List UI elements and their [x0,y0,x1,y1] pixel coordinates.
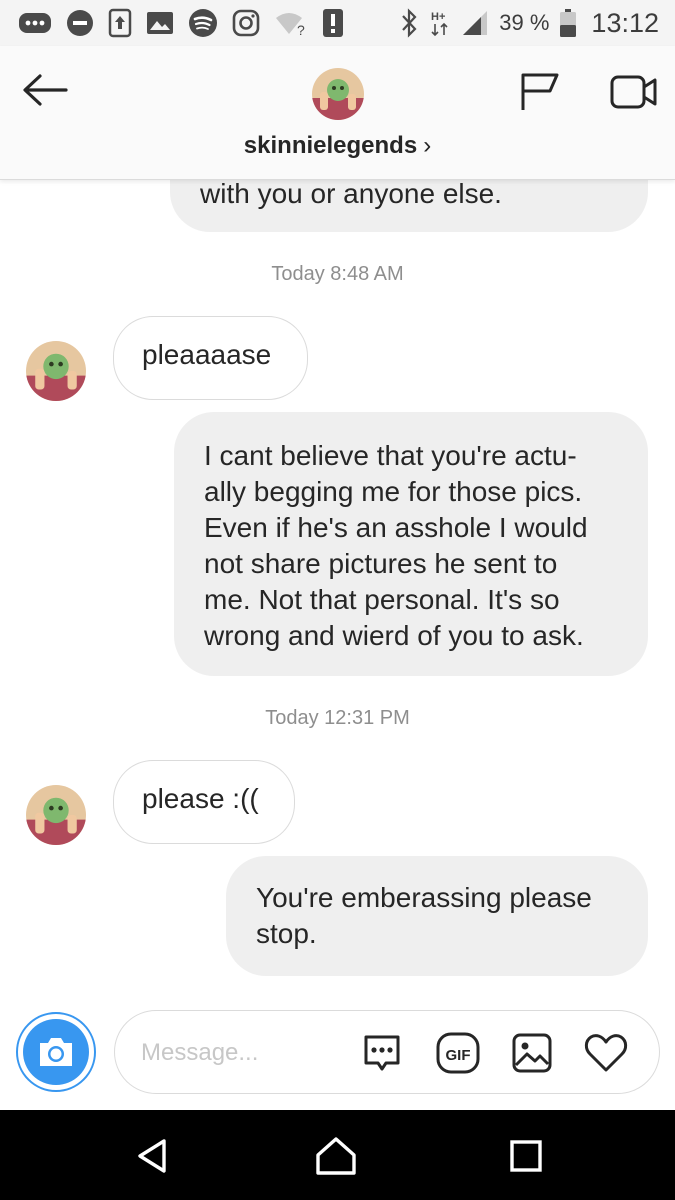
nav-recents-button[interactable] [504,1134,548,1178]
gif-button[interactable]: GIF [435,1031,481,1075]
avatar-image [26,341,86,401]
flag-icon [521,73,559,110]
message-line: wrong and wierd of you to ask. [204,620,584,651]
sender-avatar[interactable] [26,341,86,401]
heart-icon [584,1034,628,1072]
alert-icon [322,8,344,38]
svg-text:H+: H+ [431,11,445,23]
avatar-image [26,785,86,845]
message-line: me. Not that personal. It's so [204,584,560,615]
video-call-icon [610,75,657,109]
message-text: pleaaaase [142,339,272,370]
message-text: please :(( [142,783,259,814]
message-line: I cant believe that you're actu- [204,440,577,471]
more-icon [18,11,52,35]
network-type-icon: H+ [429,8,451,38]
nav-back-button[interactable] [130,1134,174,1178]
wifi-unknown-icon: ? [274,10,308,36]
svg-text:?: ? [297,22,305,36]
flag-button[interactable] [518,72,562,112]
battery-icon [559,8,577,38]
home-icon [316,1137,356,1175]
thread-title[interactable]: skinnielegends › [0,132,675,160]
status-bar: ? H+ 39 % 13:12 [0,0,675,46]
svg-text:GIF: GIF [446,1047,471,1064]
android-nav-bar [0,1110,675,1200]
nav-home-button[interactable] [314,1134,358,1178]
header-avatar[interactable] [312,68,364,120]
message-line: You're emberassing please [256,882,592,913]
instagram-icon [232,9,260,37]
avatar-image [312,68,364,120]
back-triangle-icon [138,1139,166,1173]
bluetooth-icon [399,8,419,38]
received-message[interactable]: pleaaaase [113,316,308,400]
username: skinnielegends [243,132,418,159]
sender-avatar[interactable] [26,785,86,845]
composer: GIF [0,1000,675,1110]
message-box: GIF [114,1010,660,1094]
do-not-disturb-icon [66,9,94,37]
back-button[interactable] [20,70,70,110]
upload-icon [108,8,132,38]
signal-icon [461,9,489,37]
camera-button[interactable] [16,1012,96,1092]
spotify-icon [188,8,218,38]
image-icon [512,1033,552,1073]
chat-bubble-icon [364,1035,400,1071]
camera-icon [40,1038,72,1066]
chevron-right-icon: › [423,132,432,159]
timestamp: Today 12:31 PM [265,707,410,729]
chat-options-button[interactable] [359,1031,405,1075]
thread-header: skinnielegends › [0,46,675,180]
message-line: not share pictures he sent to [204,548,558,579]
like-button[interactable] [583,1031,629,1075]
battery-percent: 39 % [499,10,550,35]
message-line: ally begging me for those pics. [204,476,583,507]
recents-icon [510,1140,542,1172]
timestamp: Today 8:48 AM [271,263,404,285]
message-line: Even if he's an asshole I would [204,512,588,543]
received-message[interactable]: please :(( [113,760,295,844]
video-call-button[interactable] [610,74,658,110]
message-input[interactable] [141,1035,351,1071]
sent-message[interactable]: I cant believe that you're actu- ally be… [174,412,648,676]
sent-message[interactable]: You're emberassing please stop. [226,856,648,976]
message-line: stop. [256,918,317,949]
gallery-icon [146,10,174,36]
clock: 13:12 [591,7,659,38]
message-text: with you or anyone else. [200,178,502,209]
gallery-button[interactable] [509,1031,555,1075]
gif-icon: GIF [436,1032,480,1074]
back-arrow-icon [23,74,68,106]
